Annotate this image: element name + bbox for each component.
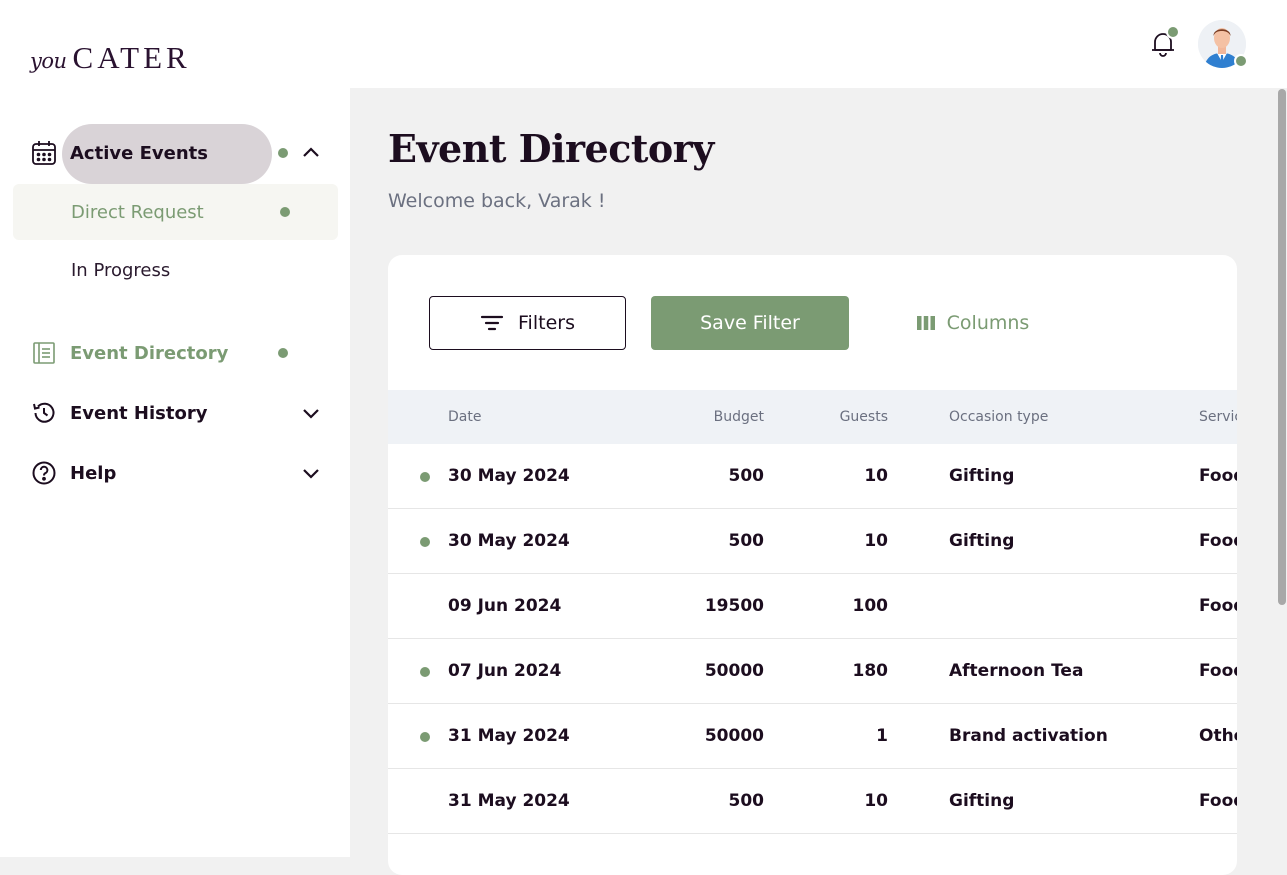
cell-date: 31 May 2024: [448, 791, 570, 811]
sidebar-item-label: Active Events: [70, 142, 208, 164]
cell-guests: 10: [864, 531, 888, 551]
cell-budget: 500: [728, 531, 765, 551]
help-icon: [30, 459, 58, 487]
chevron-up-icon[interactable]: [299, 141, 323, 165]
column-header-budget[interactable]: Budget: [688, 409, 764, 425]
columns-button[interactable]: Columns: [898, 296, 1048, 350]
sidebar-subitem-direct-request[interactable]: Direct Request: [13, 184, 338, 240]
cell-occasion: Gifting: [949, 466, 1015, 486]
cell-date: 30 May 2024: [448, 466, 570, 486]
cell-guests: 100: [852, 596, 889, 616]
columns-icon: [916, 316, 935, 330]
directory-icon: [30, 339, 58, 367]
filter-icon: [480, 313, 504, 333]
cell-service: Food: [1199, 466, 1237, 486]
online-status-dot: [1234, 54, 1248, 68]
cell-date: 09 Jun 2024: [448, 596, 562, 616]
column-header-occasion-type[interactable]: Occasion type: [949, 409, 1048, 425]
chevron-down-icon[interactable]: [299, 461, 323, 485]
cell-guests: 180: [852, 661, 889, 681]
sidebar-item-event-directory[interactable]: Event Directory: [0, 325, 350, 381]
cell-date: 07 Jun 2024: [448, 661, 562, 681]
cell-budget: 500: [728, 466, 765, 486]
unread-dot: [420, 667, 430, 677]
sidebar-item-active-events[interactable]: Active Events: [0, 125, 350, 181]
unread-dot: [420, 472, 430, 482]
cell-service: Food: [1199, 596, 1237, 616]
sidebar-subitem-label: Direct Request: [71, 201, 204, 223]
sidebar-subitem-in-progress[interactable]: In Progress: [13, 242, 338, 298]
sidebar-item-label: Event Directory: [70, 342, 229, 364]
logo-name: CATER: [72, 40, 191, 75]
page-scrollbar-thumb[interactable]: [1278, 89, 1286, 605]
table-row[interactable]: 30 May 2024 500 10 Gifting Food: [388, 444, 1237, 509]
column-header-date[interactable]: Date: [448, 409, 481, 425]
filters-button[interactable]: Filters: [429, 296, 626, 350]
cell-service: Food: [1199, 661, 1237, 681]
cell-service: Food: [1199, 531, 1237, 551]
logo-prefix: you: [30, 49, 67, 73]
history-icon: [30, 399, 58, 427]
table-row[interactable]: 07 Jun 2024 50000 180 Afternoon Tea Food: [388, 639, 1237, 704]
cell-guests: 10: [864, 791, 888, 811]
cell-date: 31 May 2024: [448, 726, 570, 746]
sidebar-item-label: Help: [70, 462, 117, 484]
sidebar-item-event-history[interactable]: Event History: [0, 385, 350, 441]
table-row[interactable]: 31 May 2024 50000 1 Brand activation Oth…: [388, 704, 1237, 769]
table-row[interactable]: 31 May 2024 500 10 Gifting Food: [388, 769, 1237, 834]
welcome-subtitle: Welcome back, Varak !: [388, 190, 606, 212]
table-header: Date Budget Guests Occasion type Servic: [388, 390, 1237, 444]
columns-button-label: Columns: [946, 312, 1030, 334]
calendar-icon: [30, 139, 58, 167]
top-bar: [350, 0, 1287, 88]
notification-dot: [278, 348, 288, 358]
table-row[interactable]: 09 Jun 2024 19500 100 Food: [388, 574, 1237, 639]
unread-dot: [420, 537, 430, 547]
column-header-guests[interactable]: Guests: [808, 409, 888, 425]
cell-service: Food: [1199, 791, 1237, 811]
cell-budget: 50000: [704, 726, 764, 746]
cell-occasion: Brand activation: [949, 726, 1108, 746]
save-filter-button[interactable]: Save Filter: [651, 296, 849, 350]
cell-guests: 10: [864, 466, 888, 486]
save-filter-label: Save Filter: [700, 312, 800, 334]
cell-budget: 500: [728, 791, 765, 811]
filters-button-label: Filters: [518, 312, 575, 334]
chevron-down-icon[interactable]: [299, 401, 323, 425]
cell-service: Othe: [1199, 726, 1237, 746]
notification-dot: [278, 148, 288, 158]
sidebar-item-label: Event History: [70, 402, 208, 424]
sidebar: you CATER Active Events Direct Request I…: [0, 0, 350, 857]
table-row[interactable]: 30 May 2024 500 10 Gifting Food: [388, 509, 1237, 574]
sidebar-subitem-label: In Progress: [71, 259, 171, 281]
cell-occasion: Gifting: [949, 791, 1015, 811]
cell-occasion: Afternoon Tea: [949, 661, 1084, 681]
sidebar-item-help[interactable]: Help: [0, 445, 350, 501]
cell-guests: 1: [876, 726, 888, 746]
brand-logo[interactable]: you CATER: [30, 40, 191, 76]
notification-dot: [280, 207, 290, 217]
event-table-card: Filters Save Filter Columns Date Budget …: [388, 255, 1237, 875]
cell-budget: 19500: [704, 596, 764, 616]
cell-budget: 50000: [704, 661, 764, 681]
column-header-service[interactable]: Servic: [1199, 409, 1237, 425]
unread-dot: [420, 732, 430, 742]
page-title: Event Directory: [388, 126, 714, 171]
cell-date: 30 May 2024: [448, 531, 570, 551]
cell-occasion: Gifting: [949, 531, 1015, 551]
notification-badge: [1166, 25, 1180, 39]
